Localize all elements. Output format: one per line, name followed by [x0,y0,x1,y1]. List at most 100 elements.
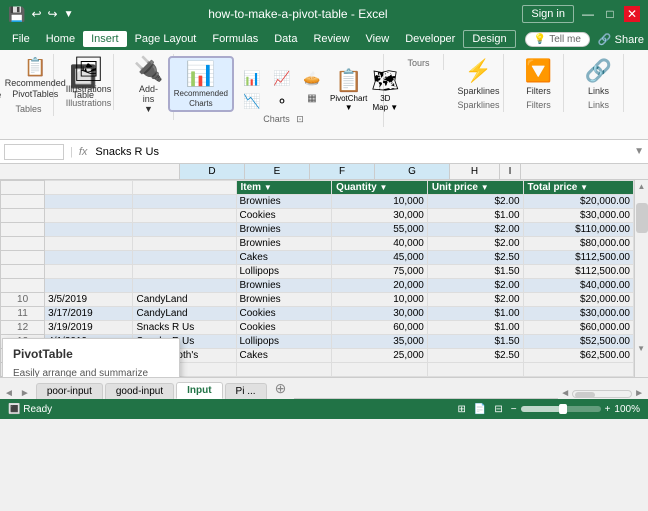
customize-icon[interactable]: ▼ [64,9,74,20]
menu-insert[interactable]: Insert [83,31,127,47]
sparklines-icon: ⚡ [465,58,492,84]
cell-qty[interactable]: 10,000 [332,195,428,209]
tab-input[interactable]: Input [176,382,222,399]
charts-expand-icon[interactable]: ⊡ [296,114,304,124]
lightbulb-icon: 💡 [534,34,546,45]
more-charts-button[interactable]: ▦ [298,91,326,112]
tell-me-box[interactable]: 💡 Tell me [525,32,590,47]
bar-chart-button[interactable]: 📉 [238,91,266,112]
pivot-chart-button[interactable]: 📋 PivotChart ▼ [330,68,367,112]
illustrations-button[interactable]: 🖼 Illustrations [62,56,116,96]
table-header-row: Item ▼ Quantity ▼ Unit price ▼ Total pri… [1,181,634,195]
links-button[interactable]: 🔗 Links [581,56,617,98]
redo-icon[interactable]: ↪ [48,7,58,21]
item-dropdown-icon: ▼ [264,183,272,192]
column-chart-button[interactable]: 📊 [238,68,266,89]
col-header-g[interactable]: G [375,164,450,179]
share-button[interactable]: 🔗 Share [598,33,644,46]
tours-group-label: Tours [407,58,429,70]
sheet-nav-left[interactable]: ◄ [4,388,14,399]
links-buttons: 🔗 Links [581,56,617,98]
cell-unit-price[interactable]: $2.00 [427,195,523,209]
hscroll-track[interactable] [572,390,632,398]
zoom-in-button[interactable]: + [605,404,611,415]
formula-sep: | [70,146,73,158]
name-box[interactable] [4,144,64,160]
unit-price-header[interactable]: Unit price ▼ [427,181,523,195]
add-sheet-button[interactable]: ⊕ [269,378,293,399]
col-header-e[interactable]: E [245,164,310,179]
tab-pi[interactable]: Pi ... [225,383,267,399]
hscroll-thumb[interactable] [575,392,595,398]
sheet-nav-right[interactable]: ► [20,388,30,399]
filters-button[interactable]: 🔽 Filters [521,56,557,98]
zoom-out-button[interactable]: − [511,404,517,415]
quantity-header[interactable]: Quantity ▼ [332,181,428,195]
hscroll-right-arrow[interactable]: ► [634,388,644,399]
tab-good-input[interactable]: good-input [105,383,174,399]
ribbon-group-illustrations: 🖼 Illustrations Illustrations [64,54,114,110]
sparklines-button[interactable]: ⚡ Sparklines [453,56,503,98]
ribbon-group-sparklines: ⚡ Sparklines Sparklines [454,54,504,112]
recommended-charts-button[interactable]: 📊 RecommendedCharts [168,56,234,112]
total-price-dropdown-icon: ▼ [580,183,588,192]
menu-bar: File Home Insert Page Layout Formulas Da… [0,28,648,50]
col-header-h[interactable]: H [450,164,500,179]
window-title-text: how-to-make-a-pivot-table - Excel [208,7,387,21]
table-row: Cakes 45,000 $2.50 $112,500.00 [1,251,634,265]
menu-data[interactable]: Data [266,31,305,47]
scatter-chart-button[interactable]: ⚬ [268,91,296,112]
status-bar: 🔳 Ready ⊞ 📄 ⊟ − + 100% [0,399,648,419]
scroll-up-arrow[interactable]: ▲ [636,180,648,193]
col-header-f[interactable]: F [310,164,375,179]
menu-file[interactable]: File [4,31,38,47]
item-header[interactable]: Item ▼ [236,181,332,195]
horizontal-scrollbar[interactable]: ◄ ► [560,388,644,399]
view-normal-icon[interactable]: ⊞ [458,404,466,415]
recommended-pivot-tables-button[interactable]: 📋 Recommended PivotTables [9,56,61,102]
filters-icon: 🔽 [525,58,552,84]
formula-dropdown-icon[interactable]: ▼ [634,146,644,157]
zoom-slider[interactable] [521,406,601,412]
cell-store[interactable] [133,195,236,209]
scroll-down-arrow[interactable]: ▼ [635,342,647,355]
chart-type-group: 📊 📈 🥧 📉 ⚬ [238,68,326,112]
cell-total-price[interactable]: $20,000.00 [523,195,633,209]
ribbon-group-filters: 🔽 Filters Filters [514,54,564,112]
menu-developer[interactable]: Developer [397,31,463,47]
table-row: Brownies 55,000 $2.00 $110,000.00 [1,223,634,237]
close-button[interactable]: ✕ [624,6,640,22]
undo-icon[interactable]: ↩ [31,7,41,21]
3d-map-button[interactable]: 🗺 3D Map ▼ [371,68,399,112]
menu-view[interactable]: View [358,31,398,47]
sign-in-button[interactable]: Sign in [522,5,574,23]
formula-input[interactable] [91,146,630,158]
vertical-scrollbar[interactable]: ▲ ▼ [634,180,648,377]
minimize-button[interactable]: — [580,6,596,22]
add-ins-button[interactable]: 🔌 Add-ins▼ [130,56,168,116]
menu-page-layout[interactable]: Page Layout [127,31,205,47]
hscroll-left-arrow[interactable]: ◄ [560,388,570,399]
tab-poor-input[interactable]: poor-input [36,383,103,399]
fx-label: fx [79,146,88,158]
zoom-slider-thumb[interactable] [559,404,567,414]
menu-review[interactable]: Review [305,31,357,47]
view-break-icon[interactable]: ⊟ [494,404,502,415]
total-price-text: Total price [528,182,578,193]
menu-design[interactable]: Design [463,30,515,48]
col-header-d[interactable]: D [180,164,245,179]
cell-date[interactable] [45,195,133,209]
col-header-i[interactable]: I [500,164,520,179]
view-layout-icon[interactable]: 📄 [474,404,486,415]
scroll-thumb[interactable] [636,203,648,233]
menu-home[interactable]: Home [38,31,83,47]
pie-chart-button[interactable]: 🥧 [298,68,326,89]
total-price-header[interactable]: Total price ▼ [523,181,633,195]
cell-item[interactable]: Brownies [236,195,332,209]
text-button[interactable]: A Text [641,56,648,98]
ribbon-groups: 🗃 PivotTable 📋 Recommended PivotTables 🔲… [4,54,644,127]
quantity-header-text: Quantity [336,182,377,193]
line-chart-button[interactable]: 📈 [268,68,296,89]
maximize-button[interactable]: □ [602,6,618,22]
menu-formulas[interactable]: Formulas [204,31,266,47]
